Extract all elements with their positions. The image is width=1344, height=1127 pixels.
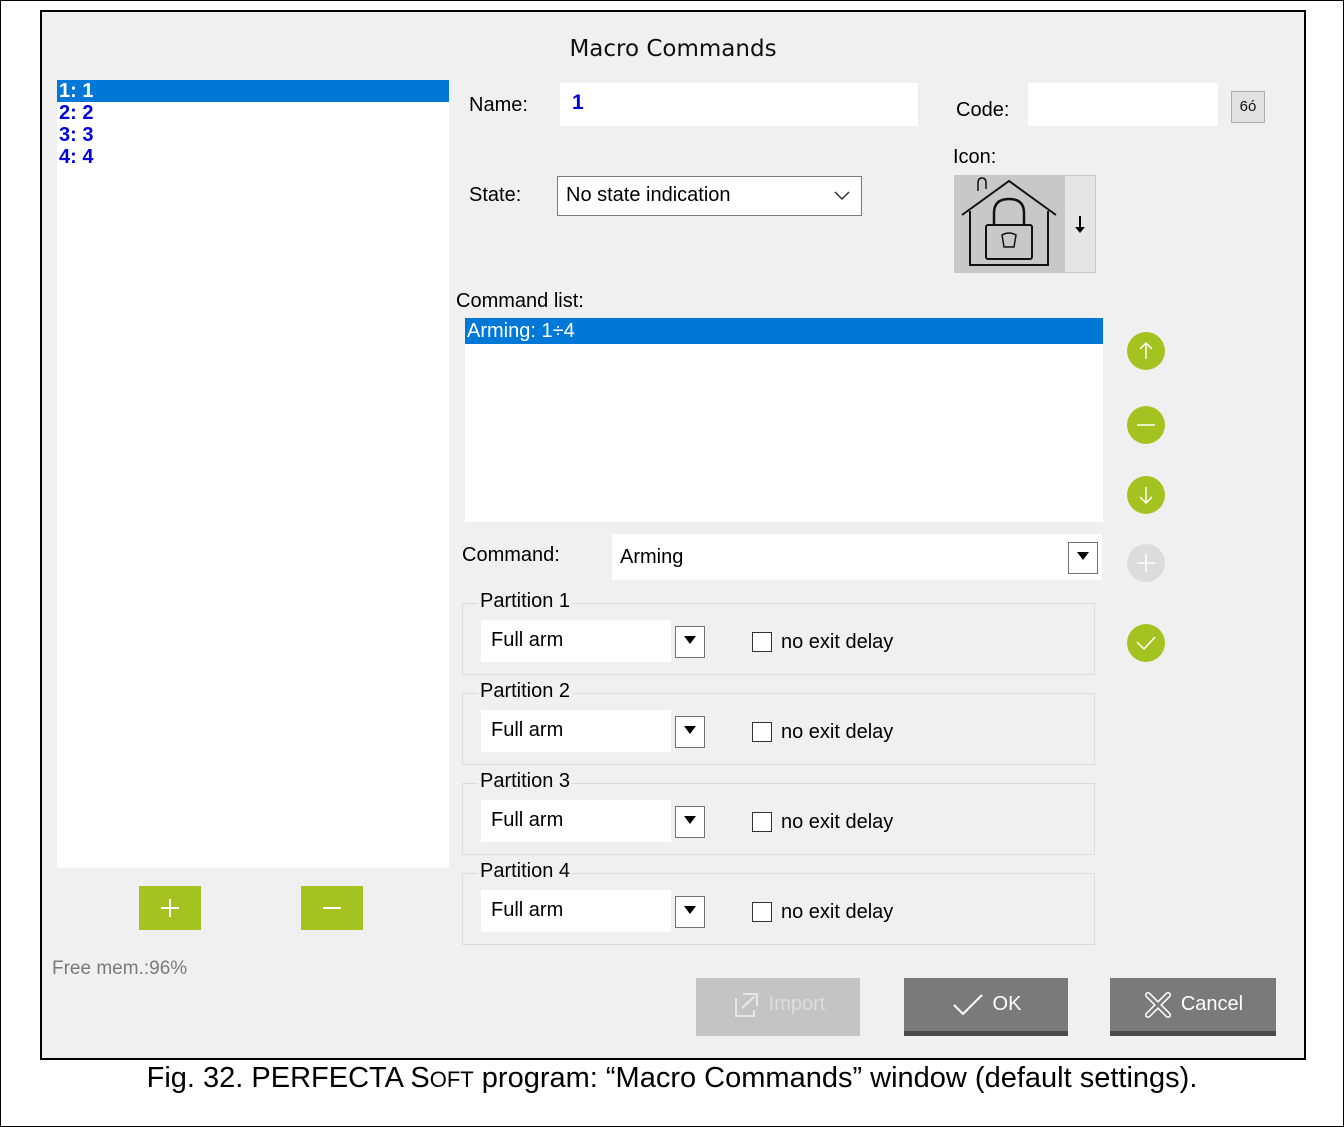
checkmark-icon — [952, 993, 983, 1015]
arm-mode-dropdown-button[interactable] — [675, 626, 705, 658]
add-macro-button[interactable] — [139, 886, 201, 930]
no-exit-delay-checkbox[interactable] — [752, 722, 772, 742]
command-value: Arming — [620, 546, 684, 568]
triangle-down-icon — [684, 636, 696, 644]
partition-group: Partition 1 Full arm no exit delay — [462, 590, 1095, 675]
no-exit-delay-label: no exit delay — [781, 901, 894, 923]
import-label: Import — [768, 993, 826, 1015]
command-select[interactable]: Arming — [612, 534, 1102, 580]
list-item[interactable]: 1: 1 — [57, 80, 449, 102]
arrow-up-icon — [1139, 341, 1153, 359]
command-list[interactable]: Arming: 1÷4 — [465, 318, 1103, 522]
arm-mode-select[interactable]: Full arm — [481, 620, 671, 662]
minus-icon — [323, 907, 341, 909]
triangle-down-icon — [684, 726, 696, 734]
minus-icon — [1137, 424, 1155, 426]
cancel-label: Cancel — [1180, 993, 1244, 1015]
plus-icon — [1137, 554, 1155, 572]
command-label: Command: — [462, 544, 560, 566]
no-exit-delay-label: no exit delay — [781, 721, 894, 743]
code-field[interactable] — [1028, 83, 1218, 126]
icon-label: Icon: — [953, 146, 997, 168]
macro-list[interactable]: 1: 1 2: 2 3: 3 4: 4 — [57, 80, 449, 868]
command-dropdown-button[interactable] — [1068, 542, 1098, 574]
state-select[interactable]: No state indication — [557, 176, 862, 216]
caption-prefix: Fig. 32. PERFECTA S — [146, 1062, 430, 1094]
partition-group: Partition 2 Full arm no exit delay — [462, 680, 1095, 765]
import-icon — [734, 992, 758, 1017]
no-exit-delay-checkbox[interactable] — [752, 632, 772, 652]
no-exit-delay-checkbox[interactable] — [752, 902, 772, 922]
no-exit-delay-label: no exit delay — [781, 811, 894, 833]
ok-label: OK — [992, 993, 1022, 1015]
chevron-down-icon — [834, 191, 850, 201]
free-memory-label: Free mem.:96% — [52, 958, 188, 979]
macro-commands-window: Macro Commands 1: 1 2: 2 3: 3 4: 4 Free … — [40, 10, 1306, 1060]
list-item[interactable]: 2: 2 — [57, 102, 449, 124]
partition-legend: Partition 3 — [478, 770, 573, 793]
no-exit-delay-label: no exit delay — [781, 631, 894, 653]
checkmark-icon — [1136, 636, 1156, 651]
arrow-down-icon — [1139, 487, 1153, 505]
caption-smallcaps: OFT — [429, 1067, 474, 1092]
remove-macro-button[interactable] — [301, 886, 363, 930]
partition-legend: Partition 2 — [478, 680, 573, 703]
window-title: Macro Commands — [569, 36, 777, 62]
name-field[interactable]: 1 — [560, 83, 918, 126]
move-down-button[interactable] — [1127, 476, 1165, 514]
add-command-button[interactable] — [1127, 544, 1165, 582]
arm-mode-dropdown-button[interactable] — [675, 716, 705, 748]
icon-preview[interactable] — [954, 175, 1064, 273]
state-value: No state indication — [566, 184, 731, 206]
code-label: Code: — [956, 99, 1010, 121]
arrow-down-icon — [1075, 216, 1085, 233]
move-up-button[interactable] — [1127, 332, 1165, 370]
triangle-down-icon — [684, 816, 696, 824]
cancel-button[interactable]: Cancel — [1110, 978, 1276, 1036]
arm-mode-select[interactable]: Full arm — [481, 890, 671, 932]
import-button[interactable]: Import — [696, 978, 860, 1036]
show-code-button[interactable]: 6ó — [1231, 91, 1265, 123]
house-lock-icon — [961, 177, 1057, 266]
caption-suffix: program: “Macro Commands” window (defaul… — [473, 1062, 1198, 1094]
name-label: Name: — [469, 94, 528, 116]
partition-group: Partition 3 Full arm no exit delay — [462, 770, 1095, 855]
arm-mode-dropdown-button[interactable] — [675, 806, 705, 838]
arm-mode-dropdown-button[interactable] — [675, 896, 705, 928]
glasses-icon: 6ó — [1239, 98, 1257, 115]
list-item[interactable]: Arming: 1÷4 — [465, 318, 1103, 344]
partition-legend: Partition 1 — [478, 590, 573, 613]
close-icon — [1144, 991, 1171, 1018]
list-item[interactable]: 4: 4 — [57, 146, 449, 168]
arm-mode-select[interactable]: Full arm — [481, 710, 671, 752]
no-exit-delay-checkbox[interactable] — [752, 812, 772, 832]
triangle-down-icon — [1077, 552, 1089, 560]
triangle-down-icon — [684, 906, 696, 914]
ok-button[interactable]: OK — [904, 978, 1068, 1036]
partition-group: Partition 4 Full arm no exit delay — [462, 860, 1095, 945]
apply-command-button[interactable] — [1127, 624, 1165, 662]
plus-icon — [161, 899, 179, 917]
command-list-label: Command list: — [456, 290, 584, 312]
partition-legend: Partition 4 — [478, 860, 573, 883]
list-item[interactable]: 3: 3 — [57, 124, 449, 146]
state-label: State: — [469, 184, 522, 206]
delete-command-button[interactable] — [1127, 406, 1165, 444]
arm-mode-select[interactable]: Full arm — [481, 800, 671, 842]
icon-dropdown-button[interactable] — [1064, 175, 1096, 273]
figure-caption: Fig. 32. PERFECTA SOFT program: “Macro C… — [0, 1062, 1344, 1095]
